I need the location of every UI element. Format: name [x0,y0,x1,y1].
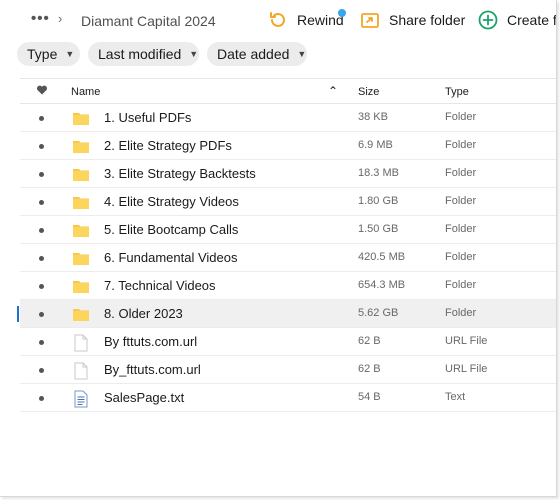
file-name[interactable]: 1. Useful PDFs [104,110,191,125]
column-header-name[interactable]: Name [71,86,100,98]
folder-icon [72,110,90,129]
row-menu-dot[interactable] [39,368,44,373]
file-type: Folder [445,139,477,151]
file-icon [74,362,88,383]
row-menu-dot[interactable] [39,312,44,317]
table-row[interactable]: 3. Elite Strategy Backtests 18.3 MB Folder [20,160,556,188]
text-file-icon [74,390,88,411]
filter-type[interactable]: Type ▼ [17,42,80,66]
share-folder-button[interactable]: Share folder [360,10,465,30]
file-size: 38 KB [358,111,388,123]
file-name[interactable]: 4. Elite Strategy Videos [104,194,239,209]
folder-icon [72,194,90,213]
row-menu-dot[interactable] [39,200,44,205]
file-type: Folder [445,223,477,235]
file-size: 1.50 GB [358,223,399,235]
breadcrumb-chevron-icon: › [58,11,63,26]
create-folder-label: Create fo [507,12,557,28]
table-row[interactable]: 5. Elite Bootcamp Calls 1.50 GB Folder [20,216,556,244]
row-menu-dot[interactable] [39,396,44,401]
filter-type-label: Type [27,46,58,62]
file-name[interactable]: By_fttuts.com.url [104,362,201,377]
table-header: Name ⌃ Size Type [20,78,556,104]
file-size: 62 B [358,363,381,375]
file-name[interactable]: 3. Elite Strategy Backtests [104,166,256,181]
row-menu-dot[interactable] [39,144,44,149]
folder-icon [72,278,90,297]
file-size: 62 B [358,335,381,347]
table-row[interactable]: 4. Elite Strategy Videos 1.80 GB Folder [20,188,556,216]
table-row[interactable]: 7. Technical Videos 654.3 MB Folder [20,272,556,300]
notification-dot [338,9,346,17]
breadcrumb[interactable]: Diamant Capital 2024 [81,13,216,29]
create-folder-button[interactable]: Create fo [478,10,557,30]
filter-bar: Type ▼ Last modified ▼ Date added ▼ [17,42,307,66]
row-menu-dot[interactable] [39,116,44,121]
file-size: 420.5 MB [358,251,406,263]
table-row[interactable]: 2. Elite Strategy PDFs 6.9 MB Folder [20,132,556,160]
plus-circle-icon [478,10,498,30]
selection-indicator [17,306,19,322]
filter-last-modified-label: Last modified [98,46,182,62]
chevron-down-icon: ▼ [297,49,307,59]
folder-icon [72,166,90,185]
file-type: URL File [445,363,488,375]
file-name[interactable]: By fttuts.com.url [104,334,197,349]
file-type: Folder [445,251,477,263]
file-type: Text [445,391,466,403]
file-name[interactable]: SalesPage.txt [104,390,184,405]
row-menu-dot[interactable] [39,284,44,289]
filter-last-modified[interactable]: Last modified ▼ [88,42,199,66]
folder-icon [72,306,90,325]
folder-icon [72,250,90,269]
folder-icon [72,138,90,157]
row-menu-dot[interactable] [39,172,44,177]
top-bar: ••• › Diamant Capital 2024 Rewind Share … [0,0,557,40]
row-menu-dot[interactable] [39,228,44,233]
sort-ascending-icon[interactable]: ⌃ [328,84,338,98]
row-menu-dot[interactable] [39,256,44,261]
file-type: Folder [445,279,477,291]
table-row[interactable]: 1. Useful PDFs 38 KB Folder [20,104,556,132]
table-row[interactable]: By fttuts.com.url 62 B URL File [20,328,556,356]
column-header-type[interactable]: Type [445,86,469,98]
file-size: 1.80 GB [358,195,399,207]
file-size: 54 B [358,391,381,403]
row-menu-dot[interactable] [39,340,44,345]
share-folder-icon [360,10,380,30]
file-browser-window: ••• › Diamant Capital 2024 Rewind Share … [0,0,557,497]
table-row[interactable]: By_fttuts.com.url 62 B URL File [20,356,556,384]
file-size: 654.3 MB [358,279,406,291]
favorite-heart-icon[interactable] [36,84,48,99]
file-size: 6.9 MB [358,139,393,151]
column-header-size[interactable]: Size [358,86,379,98]
table-row[interactable]: 8. Older 2023 5.62 GB Folder [17,300,556,328]
chevron-down-icon: ▼ [65,49,75,59]
file-type: Folder [445,307,477,319]
file-name[interactable]: 5. Elite Bootcamp Calls [104,222,238,237]
rewind-label: Rewind [297,12,344,28]
file-size: 18.3 MB [358,167,399,179]
file-name[interactable]: 2. Elite Strategy PDFs [104,138,232,153]
file-name[interactable]: 7. Technical Videos [104,278,216,293]
more-options-button[interactable]: ••• [31,10,50,27]
file-type: Folder [445,167,477,179]
filter-date-added-label: Date added [217,46,290,62]
table-row[interactable]: SalesPage.txt 54 B Text [20,384,556,412]
rewind-button[interactable]: Rewind [268,10,344,30]
filter-date-added[interactable]: Date added ▼ [207,42,307,66]
file-type: Folder [445,195,477,207]
folder-icon [72,222,90,241]
file-name[interactable]: 8. Older 2023 [104,306,183,321]
table-row[interactable]: 6. Fundamental Videos 420.5 MB Folder [20,244,556,272]
file-list: 1. Useful PDFs 38 KB Folder 2. Elite Strate… [17,104,556,412]
rewind-icon [268,10,288,30]
share-folder-label: Share folder [389,12,466,28]
file-type: Folder [445,111,477,123]
file-type: URL File [445,335,488,347]
file-icon [74,334,88,355]
file-size: 5.62 GB [358,307,399,319]
chevron-down-icon: ▼ [189,49,199,59]
file-name[interactable]: 6. Fundamental Videos [104,250,237,265]
